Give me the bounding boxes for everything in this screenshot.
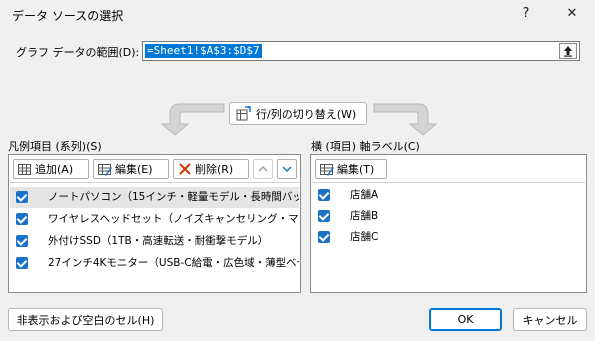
switch-row-column-label: 行/列の切り替え(W) [256, 107, 357, 121]
legend-item-label: 27インチ4Kモニター（USB-C給電・広色域・薄型ベゼ [48, 257, 299, 269]
chevron-up-icon [258, 165, 268, 172]
legend-item-label: ノートパソコン（15インチ・軽量モデル・長時間バッテリー [48, 191, 299, 203]
axis-labels-heading: 横 (項目) 軸ラベル(C) [311, 140, 420, 153]
switch-row-column-icon [236, 105, 251, 120]
axis-labels-panel: 編集(T) 店舗A 店舗B 店舗C [310, 154, 587, 293]
hidden-empty-cells-button[interactable]: 非表示および空白のセル(H) [8, 308, 163, 331]
hidden-empty-cells-label: 非表示および空白のセル(H) [16, 313, 155, 327]
legend-item[interactable]: 27インチ4Kモニター（USB-C給電・広色域・薄型ベゼ [10, 253, 299, 274]
legend-toolbar: 追加(A) 編集(E) 削除(R) [10, 156, 299, 183]
ok-label: OK [457, 313, 474, 326]
switch-row-column-button[interactable]: 行/列の切り替え(W) [229, 102, 367, 125]
cancel-button[interactable]: キャンセル [513, 308, 587, 331]
edit-series-button[interactable]: 編集(E) [93, 159, 169, 179]
move-down-button[interactable] [277, 159, 297, 179]
axis-item-checkbox[interactable] [318, 231, 330, 243]
cancel-label: キャンセル [522, 313, 578, 327]
chevron-down-icon [282, 166, 292, 173]
add-series-button[interactable]: 追加(A) [13, 159, 89, 179]
range-collapse-button[interactable] [559, 43, 577, 59]
legend-entries-panel: 追加(A) 編集(E) 削除(R) ノートパソコン（15インチ・軽量モデル・長時… [8, 154, 301, 293]
dialog-title: データ ソースの選択 [12, 9, 124, 23]
axis-item-label: 店舗B [350, 210, 379, 222]
legend-item-checkbox[interactable] [16, 213, 28, 225]
legend-item-label: ワイヤレスヘッドセット（ノイズキャンセリング・マイク付き） [48, 213, 299, 225]
edit-axis-labels-label: 編集(T) [337, 163, 375, 176]
close-button[interactable]: ✕ [560, 3, 584, 25]
legend-item-checkbox[interactable] [16, 257, 28, 269]
delete-series-label: 削除(R) [195, 163, 234, 176]
axis-toolbar: 編集(T) [312, 156, 585, 183]
axis-item-checkbox[interactable] [318, 210, 330, 222]
legend-item[interactable]: 外付けSSD（1TB・高速転送・耐衝撃モデル） [10, 231, 299, 252]
axis-item-label: 店舗A [350, 189, 379, 201]
delete-x-icon [178, 162, 192, 176]
chart-range-label: グラフ データの範囲(D): [16, 46, 140, 59]
add-series-label: 追加(A) [35, 163, 74, 176]
legend-item-label: 外付けSSD（1TB・高速転送・耐衝撃モデル） [48, 235, 269, 247]
legend-item-checkbox[interactable] [16, 191, 28, 203]
help-button[interactable]: ? [514, 3, 538, 25]
legend-item[interactable]: ノートパソコン（15インチ・軽量モデル・長時間バッテリー [10, 187, 299, 208]
right-curved-arrow-icon [373, 103, 438, 136]
delete-series-button[interactable]: 削除(R) [173, 159, 249, 179]
collapse-arrow-icon [564, 46, 572, 57]
axis-item[interactable]: 店舗A [312, 185, 585, 206]
ok-button[interactable]: OK [429, 308, 502, 331]
select-data-source-dialog: データ ソースの選択 ? ✕ グラフ データの範囲(D): =Sheet1!$A… [0, 0, 595, 341]
edit-axis-labels-button[interactable]: 編集(T) [315, 159, 387, 179]
edit-series-label: 編集(E) [115, 163, 153, 176]
edit-table-icon [320, 162, 334, 176]
legend-entries-heading: 凡例項目 (系列)(S) [8, 140, 102, 153]
edit-table-icon [98, 162, 112, 176]
axis-item[interactable]: 店舗C [312, 227, 585, 248]
legend-item-checkbox[interactable] [16, 235, 28, 247]
axis-item[interactable]: 店舗B [312, 206, 585, 227]
close-icon: ✕ [566, 6, 578, 21]
axis-item-label: 店舗C [350, 231, 379, 243]
left-curved-arrow-icon [160, 103, 225, 136]
help-icon: ? [522, 6, 530, 21]
legend-item[interactable]: ワイヤレスヘッドセット（ノイズキャンセリング・マイク付き） [10, 209, 299, 230]
chart-range-value: =Sheet1!$A$3:$D$7 [145, 44, 262, 58]
move-up-button[interactable] [253, 159, 273, 179]
axis-item-checkbox[interactable] [318, 189, 330, 201]
chart-range-input[interactable]: =Sheet1!$A$3:$D$7 [142, 41, 580, 61]
add-table-icon [18, 162, 32, 176]
